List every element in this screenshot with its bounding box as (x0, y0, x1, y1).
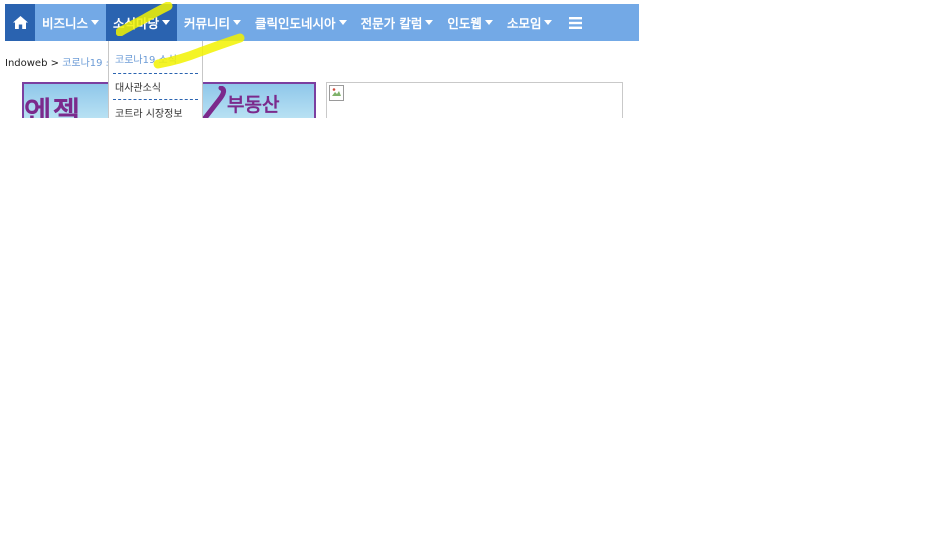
nav-item-label: 소모임 (506, 16, 542, 31)
menu-toggle-button[interactable] (559, 4, 592, 41)
nav-item-expert-column[interactable]: 전문가 칼럼 (354, 4, 441, 41)
caret-down-icon (484, 20, 493, 25)
nav-item-business[interactable]: 비즈니스 (35, 4, 106, 41)
dropdown-item-covid19[interactable]: 코로나19 소식 (113, 41, 198, 74)
blank-area (0, 118, 948, 533)
nav-item-label: 클릭인도네시아 (255, 16, 336, 31)
caret-down-icon (338, 20, 347, 25)
caret-down-icon (425, 20, 434, 25)
news-dropdown-menu: 코로나19 소식 대사관소식 코트라 시장정보 (108, 41, 203, 119)
home-icon (12, 16, 28, 29)
nav-item-community[interactable]: 커뮤니티 (177, 4, 248, 41)
dropdown-item-embassy[interactable]: 대사관소식 (113, 74, 198, 100)
main-navbar: 비즈니스 소식마당 커뮤니티 클릭인도네시아 전문가 칼럼 인도웹 소모임 (5, 4, 639, 41)
nav-item-label: 커뮤니티 (184, 16, 231, 31)
caret-down-icon (233, 20, 242, 25)
nav-item-label: 비즈니스 (42, 16, 89, 31)
dropdown-item-kotra[interactable]: 코트라 시장정보 (113, 100, 198, 118)
breadcrumb: Indoweb > 코로나19 소식 (5, 54, 124, 69)
breadcrumb-root[interactable]: Indoweb (5, 58, 47, 69)
ad-banner[interactable] (326, 82, 623, 118)
nav-item-label: 전문가 칼럼 (360, 16, 423, 31)
nav-item-indoweb[interactable]: 인도웹 (440, 4, 500, 41)
nav-item-news[interactable]: 소식마당 (106, 4, 178, 41)
nav-item-small-groups[interactable]: 소모임 (500, 4, 560, 41)
banner-text-right: 부동산 (227, 94, 280, 116)
nav-item-label: 인도웹 (447, 16, 482, 31)
caret-down-icon (162, 20, 171, 25)
hamburger-menu-icon (569, 16, 583, 29)
nav-item-click-indonesia[interactable]: 클릭인도네시아 (248, 4, 354, 41)
home-button[interactable] (5, 4, 35, 41)
nav-item-label: 소식마당 (113, 16, 160, 31)
breadcrumb-separator: > (50, 58, 60, 69)
caret-down-icon (544, 20, 553, 25)
broken-image-icon (329, 85, 344, 101)
caret-down-icon (91, 20, 100, 25)
brush-stroke-decoration (202, 86, 227, 118)
banner-text-left: 엔젤 (24, 96, 82, 118)
